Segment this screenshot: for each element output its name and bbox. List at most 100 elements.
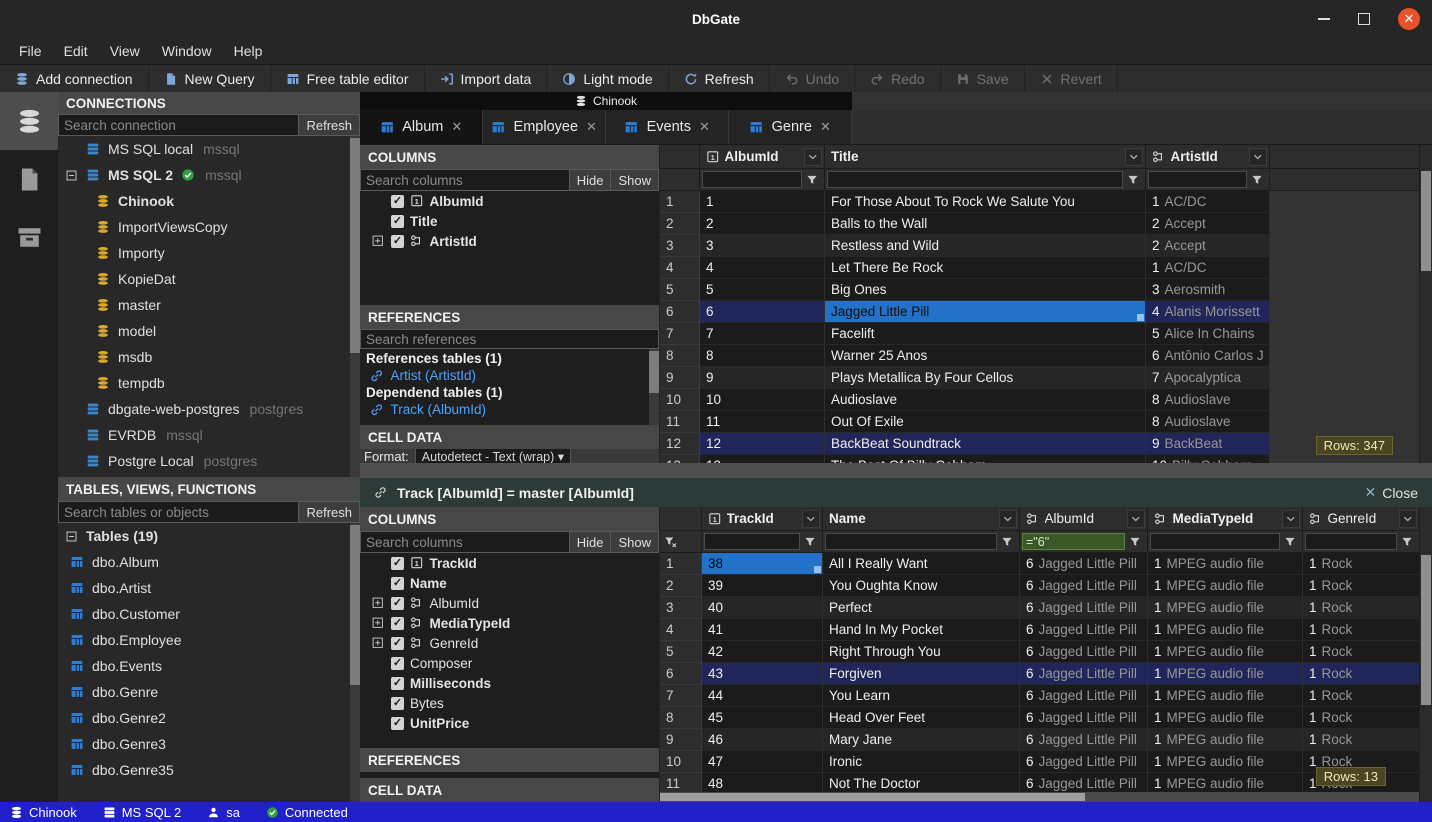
toolbar-new-query-button[interactable]: New Query — [149, 65, 271, 92]
show-button[interactable]: Show — [611, 169, 659, 191]
filter-input-albumid[interactable]: ="6" — [1022, 533, 1125, 550]
expand-icon[interactable] — [370, 596, 385, 610]
database-item-chinook[interactable]: Chinook — [58, 188, 360, 214]
toolbar-light-mode-button[interactable]: Light mode — [547, 65, 668, 92]
grid-cell[interactable]: Out Of Exile — [825, 411, 1146, 433]
grid-cell[interactable]: 38 — [702, 553, 823, 575]
toolbar-refresh-button[interactable]: Refresh — [669, 65, 770, 92]
grid-cell[interactable]: Big Ones — [825, 279, 1146, 301]
database-item-msdb[interactable]: msdb — [58, 344, 360, 370]
chevron-down-icon[interactable] — [999, 510, 1017, 528]
filter-input-genreid[interactable] — [1305, 533, 1397, 550]
grid-cell[interactable]: 5Alice In Chains — [1146, 323, 1270, 345]
collapse-icon[interactable] — [64, 169, 78, 182]
filter-funnel-icon[interactable] — [800, 533, 820, 550]
grid-cell[interactable]: 3 — [700, 235, 825, 257]
grid-cell[interactable]: 6Jagged Little Pill — [1020, 575, 1148, 597]
database-item-master[interactable]: master — [58, 292, 360, 318]
column-header-genreid[interactable]: GenreId — [1303, 507, 1420, 530]
maximize-icon[interactable] — [1358, 13, 1370, 25]
column-toggle-bytes[interactable]: ✓Bytes — [360, 693, 659, 713]
references-scrollbar[interactable] — [649, 349, 659, 425]
grid-cell[interactable]: 6Jagged Little Pill — [1020, 707, 1148, 729]
expand-icon[interactable] — [370, 616, 385, 630]
toolbar-add-connection-button[interactable]: Add connection — [0, 65, 149, 92]
grid-cell[interactable]: Let There Be Rock — [825, 257, 1146, 279]
grid-cell[interactable]: 42 — [702, 641, 823, 663]
column-toggle-name[interactable]: ✓Name — [360, 573, 659, 593]
grid-cell[interactable]: 1AC/DC — [1146, 257, 1270, 279]
status-ms-sql-2[interactable]: MS SQL 2 — [103, 805, 181, 820]
column-header-albumid[interactable]: 1AlbumId — [700, 145, 825, 168]
search-columns-input[interactable] — [360, 169, 570, 191]
grid-cell[interactable]: Ironic — [823, 751, 1020, 773]
expand-icon[interactable] — [370, 234, 385, 248]
database-item-kopiedat[interactable]: KopieDat — [58, 266, 360, 292]
scrollbar-thumb[interactable] — [660, 793, 1085, 801]
status-sa[interactable]: sa — [207, 805, 240, 820]
column-toggle-genreid[interactable]: ✓GenreId — [360, 633, 659, 653]
close-reference-button[interactable]: ✕Close — [1364, 484, 1418, 501]
grid-cell[interactable]: 7Apocalyptica — [1146, 367, 1270, 389]
grid-cell[interactable]: 3Aerosmith — [1146, 279, 1270, 301]
table-item-dbo-customer[interactable]: dbo.Customer — [58, 601, 360, 627]
filter-input-title[interactable] — [827, 171, 1123, 188]
fill-handle[interactable] — [1137, 314, 1144, 321]
column-header-name[interactable]: Name — [823, 507, 1020, 530]
grid-cell[interactable]: Plays Metallica By Four Cellos — [825, 367, 1146, 389]
filter-funnel-icon[interactable] — [1280, 533, 1300, 550]
grid-cell[interactable]: 40 — [702, 597, 823, 619]
grid-cell[interactable]: 1MPEG audio file — [1148, 597, 1303, 619]
row-number[interactable]: 6 — [660, 663, 702, 685]
grid-cell[interactable]: 1Rock — [1303, 553, 1420, 575]
grid-cell[interactable]: 8Audioslave — [1146, 389, 1270, 411]
grid-cell[interactable]: 6Antônio Carlos J — [1146, 345, 1270, 367]
grid-cell[interactable]: 4Alanis Morissett — [1146, 301, 1270, 323]
column-toggle-artistid[interactable]: ✓ArtistId — [360, 231, 659, 251]
row-number[interactable]: 13 — [660, 455, 700, 463]
tab-album[interactable]: Album✕ — [360, 110, 483, 144]
chevron-down-icon[interactable] — [802, 510, 820, 528]
column-header-trackid[interactable]: 1TrackId — [702, 507, 823, 530]
search-tables-input[interactable] — [58, 501, 299, 523]
rail-archive[interactable] — [0, 208, 58, 266]
grid-cell[interactable]: Perfect — [823, 597, 1020, 619]
reference-link-track-albumid[interactable]: Track (AlbumId) — [360, 401, 659, 418]
column-toggle-composer[interactable]: ✓Composer — [360, 653, 659, 673]
grid-cell[interactable]: Forgiven — [823, 663, 1020, 685]
row-number[interactable]: 4 — [660, 619, 702, 641]
search-connection-input[interactable] — [58, 114, 299, 136]
row-number[interactable]: 10 — [660, 751, 702, 773]
column-header-title[interactable]: Title — [825, 145, 1146, 168]
grid-cell[interactable]: 9 — [700, 367, 825, 389]
scrollbar-thumb[interactable] — [350, 525, 360, 685]
table-item-dbo-genre[interactable]: dbo.Genre — [58, 679, 360, 705]
checkbox-checked[interactable]: ✓ — [391, 597, 404, 610]
connection-item-dbgate-web-postgres[interactable]: dbgate-web-postgrespostgres — [58, 396, 360, 422]
hide-button[interactable]: Hide — [570, 169, 612, 191]
row-number[interactable]: 3 — [660, 597, 702, 619]
chevron-down-icon[interactable] — [804, 148, 822, 166]
grid-cell[interactable]: For Those About To Rock We Salute You — [825, 191, 1146, 213]
row-number[interactable]: 5 — [660, 641, 702, 663]
connection-item-evrdb[interactable]: EVRDBmssql — [58, 422, 360, 448]
grid-cell[interactable]: 1Rock — [1303, 619, 1420, 641]
checkbox-checked[interactable]: ✓ — [391, 557, 404, 570]
row-number[interactable]: 8 — [660, 345, 700, 367]
row-number[interactable]: 9 — [660, 367, 700, 389]
column-header-mediatypeid[interactable]: MediaTypeId — [1148, 507, 1303, 530]
grid-cell[interactable]: 1Rock — [1303, 707, 1420, 729]
scrollbar-thumb[interactable] — [1421, 555, 1431, 705]
grid-cell[interactable]: Right Through You — [823, 641, 1020, 663]
grid-cell[interactable]: 8 — [700, 345, 825, 367]
grid-cell[interactable]: 1Rock — [1303, 729, 1420, 751]
checkbox-checked[interactable]: ✓ — [391, 235, 404, 248]
horizontal-splitter[interactable] — [360, 463, 1432, 478]
scrollbar-thumb[interactable] — [1421, 171, 1431, 271]
grid-cell[interactable]: Hand In My Pocket — [823, 619, 1020, 641]
checkbox-checked[interactable]: ✓ — [391, 717, 404, 730]
checkbox-checked[interactable]: ✓ — [391, 677, 404, 690]
grid-cell[interactable]: 10Billy Cobham — [1146, 455, 1270, 463]
grid-cell[interactable]: 6Jagged Little Pill — [1020, 751, 1148, 773]
grid-cell[interactable]: 6Jagged Little Pill — [1020, 685, 1148, 707]
